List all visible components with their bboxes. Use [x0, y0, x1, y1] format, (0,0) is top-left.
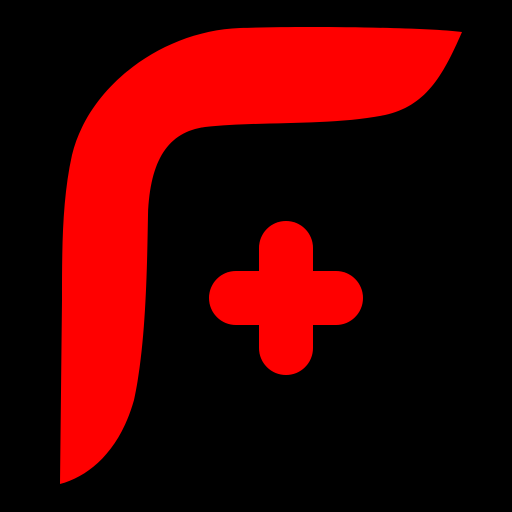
f-plus-logo-icon — [0, 0, 512, 512]
plus-horizontal-bar — [209, 271, 363, 325]
app-icon — [0, 0, 512, 512]
